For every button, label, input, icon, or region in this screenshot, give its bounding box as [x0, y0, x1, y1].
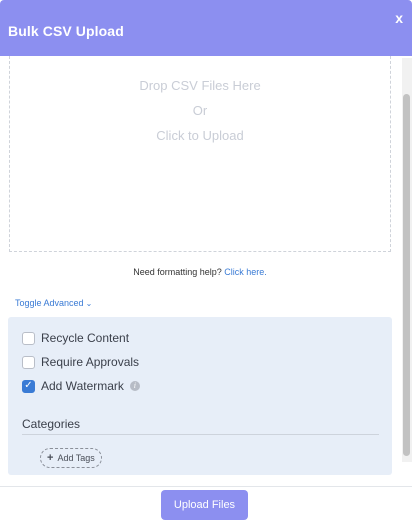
recycle-content-label: Recycle Content [41, 331, 130, 345]
toggle-advanced-label: Toggle Advanced [15, 298, 84, 308]
advanced-options-panel: Recycle Content Require Approvals ✓ Add … [8, 317, 392, 475]
scrollbar-thumb[interactable] [403, 94, 410, 456]
modal-header: Bulk CSV Upload x [0, 0, 412, 56]
modal-body[interactable]: Drop CSV Files Here Or Click to Upload N… [0, 56, 412, 486]
formatting-help: Need formatting help? Click here. [0, 267, 400, 277]
require-approvals-option[interactable]: Require Approvals [22, 354, 139, 370]
toggle-advanced-link[interactable]: Toggle Advanced ⌄ [15, 298, 92, 308]
add-watermark-option[interactable]: ✓ Add Watermark i [22, 378, 140, 394]
csv-dropzone[interactable]: Drop CSV Files Here Or Click to Upload [9, 56, 391, 252]
info-icon[interactable]: i [129, 381, 140, 391]
require-approvals-checkbox[interactable] [22, 355, 35, 369]
checkmark-icon: ✓ [24, 380, 33, 391]
formatting-help-link[interactable]: Click here. [224, 267, 267, 277]
formatting-help-text: Need formatting help? [133, 267, 222, 277]
upload-files-button[interactable]: Upload Files [161, 490, 248, 520]
categories-title: Categories [22, 417, 81, 431]
require-approvals-label: Require Approvals [41, 355, 140, 369]
add-tags-label: Add Tags [57, 453, 95, 463]
bulk-csv-upload-modal: Bulk CSV Upload x Drop CSV Files Here Or… [0, 0, 412, 524]
categories-divider [22, 434, 379, 435]
modal-title: Bulk CSV Upload [8, 23, 124, 39]
dropzone-line-drop: Drop CSV Files Here [139, 78, 261, 93]
dropzone-line-click: Click to Upload [156, 128, 244, 143]
add-tags-button[interactable]: + Add Tags [40, 448, 102, 468]
chevron-down-icon: ⌄ [85, 299, 93, 308]
dropzone-line-or: Or [192, 103, 208, 118]
add-watermark-label: Add Watermark [41, 379, 124, 393]
modal-footer: Upload Files [0, 486, 412, 524]
close-icon[interactable]: x [395, 10, 403, 26]
add-watermark-checkbox[interactable]: ✓ [22, 379, 35, 393]
plus-icon: + [47, 452, 54, 464]
recycle-content-option[interactable]: Recycle Content [22, 330, 129, 346]
recycle-content-checkbox[interactable] [22, 331, 35, 345]
